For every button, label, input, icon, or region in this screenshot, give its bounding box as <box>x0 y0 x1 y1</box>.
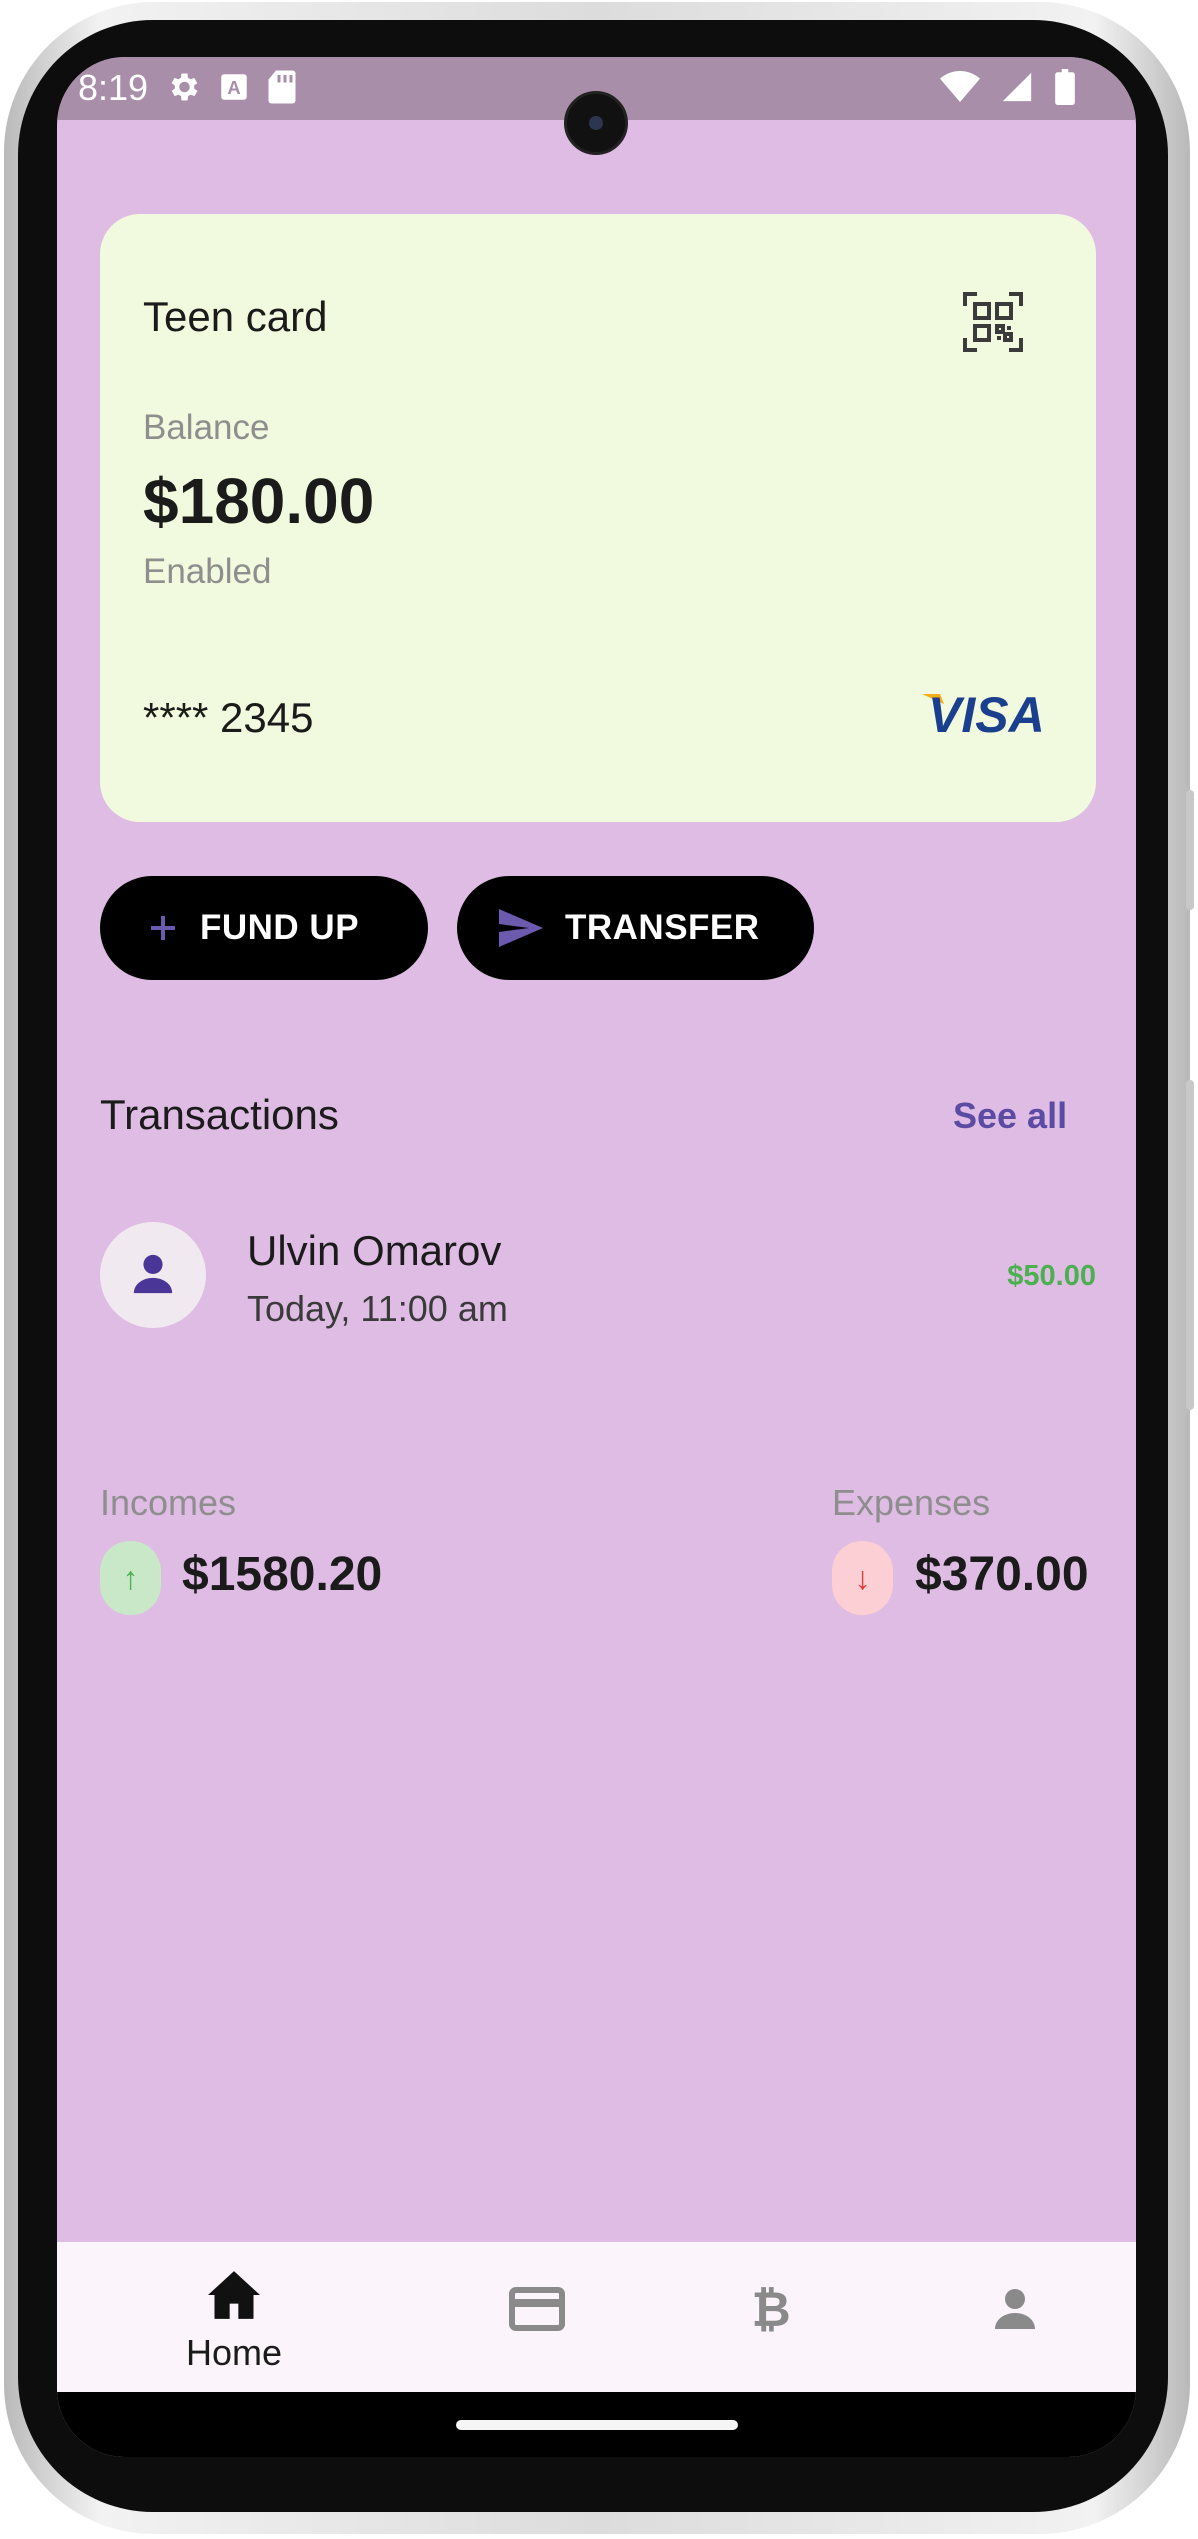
card-title: Teen card <box>143 293 328 340</box>
phone-side-button <box>1186 790 1194 910</box>
balance-value: $180.00 <box>143 465 375 537</box>
transaction-row[interactable]: Ulvin Omarov Today, 11:00 am $50.00 <box>100 1222 1096 1332</box>
card-number: **** 2345 <box>143 694 314 741</box>
phone-volume-button <box>1186 1080 1194 1410</box>
expenses-label: Expenses <box>832 1482 991 1523</box>
plus-icon <box>151 916 175 940</box>
home-icon <box>208 2271 260 2319</box>
transfer-label: TRANSFER <box>565 908 760 947</box>
arrow-up-icon: ↑ <box>100 1541 161 1615</box>
transaction-name: Ulvin Omarov <box>247 1227 502 1274</box>
send-icon <box>499 909 543 947</box>
person-icon <box>995 2289 1035 2329</box>
incomes-label: Incomes <box>100 1482 237 1523</box>
signal-icon <box>1002 72 1032 102</box>
person-icon <box>133 1254 173 1294</box>
fund-up-button[interactable]: FUND UP <box>100 876 428 980</box>
nav-home[interactable]: Home <box>134 2242 334 2392</box>
transaction-amount: $50.00 <box>1007 1260 1096 1292</box>
status-time: 8:19 <box>78 67 149 108</box>
bitcoin-icon: ₿ <box>751 2282 790 2334</box>
keyboard-a-icon: A <box>221 74 247 100</box>
nav-crypto[interactable]: ₿ <box>677 2242 877 2392</box>
teen-card[interactable]: Teen card Balance $180.00 Enabled **** 2… <box>100 214 1096 822</box>
nav-cards[interactable] <box>435 2242 635 2392</box>
battery-icon <box>1055 69 1075 105</box>
svg-text:A: A <box>227 77 240 98</box>
see-all-link[interactable]: See all <box>953 1095 1067 1137</box>
visa-logo: VISA <box>922 687 1045 738</box>
nav-home-label: Home <box>185 2332 283 2373</box>
incomes-value: $1580.20 <box>182 1548 383 1601</box>
svg-text:₿: ₿ <box>751 2282 790 2334</box>
balance-label: Balance <box>143 408 270 447</box>
card-status: Enabled <box>143 552 272 591</box>
qr-code-scan-icon[interactable] <box>963 292 1023 352</box>
avatar <box>100 1222 206 1328</box>
gear-icon <box>171 73 198 101</box>
transfer-button[interactable]: TRANSFER <box>457 876 814 980</box>
wifi-icon <box>940 71 980 102</box>
sd-card-icon <box>268 70 296 104</box>
app-screen: 8:19 A Teen card Balance $180.00 Enabled <box>57 57 1136 2457</box>
transactions-title: Transactions <box>100 1091 339 1138</box>
gesture-handle[interactable] <box>456 2420 738 2430</box>
front-camera <box>564 91 628 155</box>
bottom-navigation: Home ₿ <box>57 2242 1136 2392</box>
svg-text:VISA: VISA <box>928 687 1045 738</box>
nav-profile[interactable] <box>917 2242 1117 2392</box>
credit-card-icon <box>509 2287 565 2331</box>
expenses-value: $370.00 <box>915 1548 1089 1601</box>
transaction-time: Today, 11:00 am <box>247 1288 508 1329</box>
arrow-down-icon: ↓ <box>832 1541 893 1615</box>
fund-up-label: FUND UP <box>200 908 360 947</box>
